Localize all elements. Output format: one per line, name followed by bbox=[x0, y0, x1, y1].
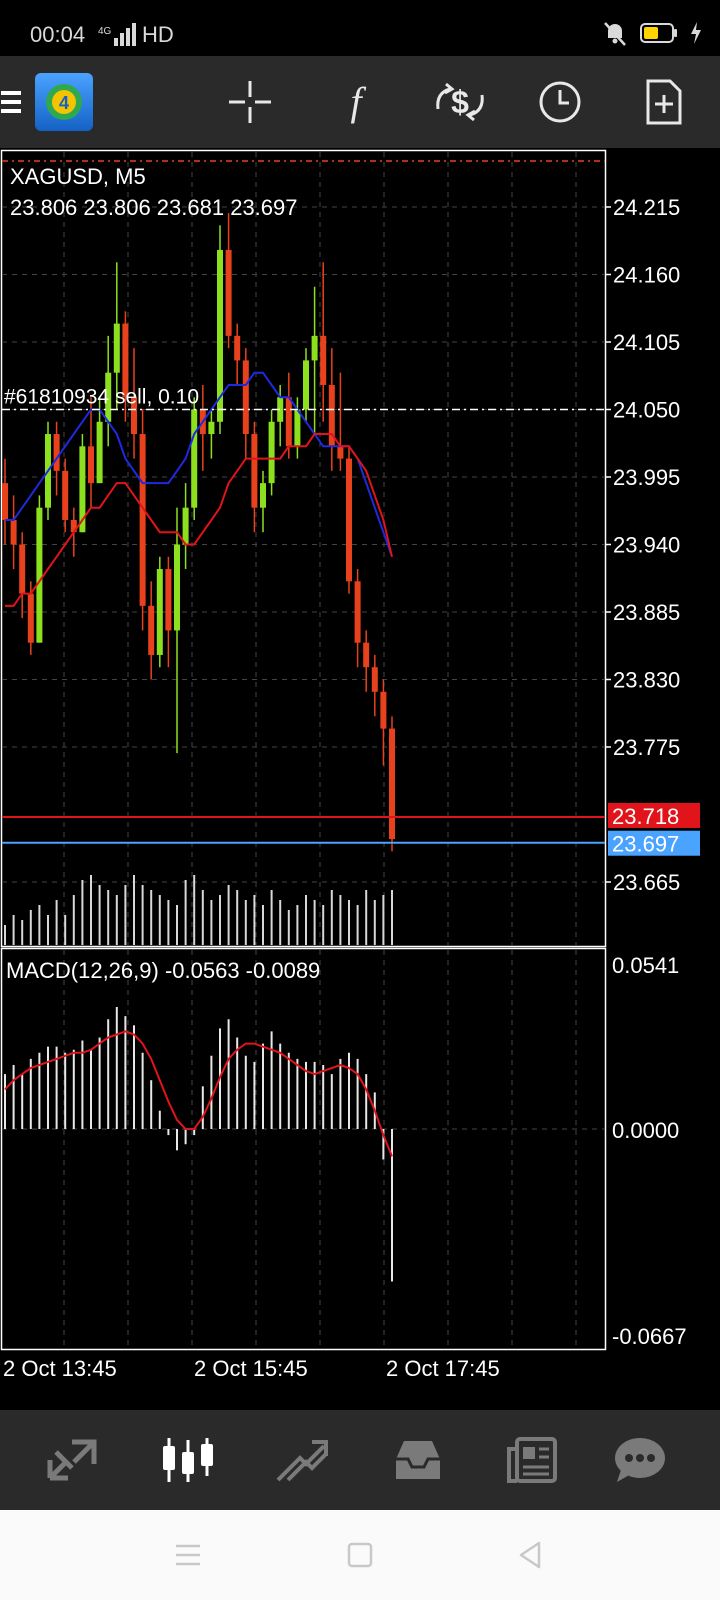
price-axis: 24.215 24.160 24.105 24.050 23.995 23.940 23.8… bbox=[605, 195, 680, 895]
price-axis-label: 23.665 bbox=[613, 870, 680, 895]
quotes-icon[interactable] bbox=[32, 1410, 112, 1510]
mt4-logo-icon[interactable]: 4 bbox=[34, 56, 94, 148]
chat-icon[interactable] bbox=[600, 1410, 680, 1510]
price-axis-label: 23.830 bbox=[613, 668, 680, 693]
system-nav-bar bbox=[0, 1510, 720, 1600]
candle-body bbox=[113, 323, 120, 373]
candle-body bbox=[346, 458, 352, 582]
candle-body bbox=[320, 335, 327, 385]
price-axis-label: 23.885 bbox=[613, 600, 680, 625]
candle-body bbox=[363, 642, 370, 668]
signal-icon: 4G bbox=[98, 22, 138, 53]
candle-body bbox=[174, 544, 180, 631]
time-axis-label: 2 Oct 17:45 bbox=[386, 1356, 500, 1381]
price-axis-label: 23.940 bbox=[613, 533, 680, 558]
candle-body bbox=[139, 434, 146, 606]
macd-axis-zero: 0.0000 bbox=[612, 1118, 679, 1143]
macd-pane-frame bbox=[0, 947, 607, 1351]
crosshair-icon[interactable] bbox=[222, 56, 278, 148]
network-type: HD bbox=[142, 22, 174, 47]
candle-body bbox=[337, 446, 344, 459]
bottom-nav bbox=[0, 1410, 720, 1510]
price-axis-label: 24.050 bbox=[613, 398, 680, 423]
svg-text:4G: 4G bbox=[98, 26, 112, 37]
price-axis-label: 23.995 bbox=[613, 465, 680, 490]
candle-body bbox=[10, 519, 17, 545]
price-axis-label: 24.160 bbox=[613, 263, 680, 288]
new-document-icon[interactable] bbox=[636, 56, 692, 148]
candle-body bbox=[36, 507, 43, 643]
candle-body bbox=[148, 605, 155, 655]
candle-body bbox=[53, 434, 60, 471]
candle-body bbox=[182, 507, 189, 545]
candle-body bbox=[285, 397, 292, 447]
volume-bars bbox=[4, 875, 393, 945]
candle-body bbox=[165, 569, 172, 631]
home-icon[interactable] bbox=[330, 1510, 390, 1600]
grid bbox=[2, 152, 605, 1348]
candle-body bbox=[354, 581, 361, 643]
bid-price-label: 23.697 bbox=[612, 832, 679, 857]
top-toolbar: 4 f $ bbox=[0, 56, 720, 148]
price-axis-label: 24.215 bbox=[613, 195, 680, 220]
history-icon[interactable] bbox=[378, 1410, 458, 1510]
time-axis-label: 2 Oct 15:45 bbox=[194, 1356, 308, 1381]
logo-text: 4 bbox=[59, 93, 69, 113]
chart-icon[interactable] bbox=[148, 1410, 228, 1510]
macd-axis-top: 0.0541 bbox=[612, 953, 679, 978]
candle-body bbox=[303, 360, 309, 410]
charging-icon bbox=[690, 21, 702, 49]
macd-signal-line bbox=[4, 1030, 393, 1157]
candle-body bbox=[234, 335, 241, 361]
function-icon[interactable]: f bbox=[328, 56, 384, 148]
price-chart[interactable]: #61810934 sell, 0.10 XAGUSD, M5 23.806 2… bbox=[0, 148, 720, 1410]
candle-body bbox=[225, 249, 232, 336]
candle-body bbox=[208, 421, 215, 435]
candle-body bbox=[96, 421, 103, 484]
candle-body bbox=[27, 593, 34, 643]
menu-icon[interactable] bbox=[0, 56, 24, 148]
candle-body bbox=[389, 728, 395, 840]
ask-price-label: 23.718 bbox=[612, 804, 679, 829]
order-line-label[interactable]: #61810934 sell, 0.10 bbox=[4, 386, 199, 409]
battery-icon bbox=[640, 21, 680, 50]
symbol-timeframe: XAGUSD, M5 bbox=[10, 164, 146, 189]
candle-body bbox=[62, 470, 69, 520]
price-axis-label: 23.775 bbox=[613, 735, 680, 760]
news-icon[interactable] bbox=[492, 1410, 572, 1510]
candle-body bbox=[156, 569, 163, 655]
chart-area[interactable]: #61810934 sell, 0.10 XAGUSD, M5 23.806 2… bbox=[0, 148, 720, 1410]
candle-body bbox=[88, 446, 94, 484]
macd-label: MACD(12,26,9) -0.0563 -0.0089 bbox=[6, 958, 320, 983]
recents-icon[interactable] bbox=[158, 1510, 218, 1600]
candle-body bbox=[251, 434, 258, 508]
candle-body bbox=[260, 483, 266, 508]
ohlc-values: 23.806 23.806 23.681 23.697 bbox=[10, 195, 298, 220]
price-axis-label: 24.105 bbox=[613, 330, 680, 355]
mute-vibrate-icon bbox=[600, 18, 630, 53]
candlesticks bbox=[2, 213, 395, 852]
svg-text:f: f bbox=[350, 79, 366, 124]
main-pane-frame bbox=[0, 149, 607, 948]
clock-icon[interactable] bbox=[532, 56, 588, 148]
macd-histogram bbox=[4, 1007, 393, 1282]
candle-body bbox=[2, 483, 8, 520]
time-axis-label: 2 Oct 13:45 bbox=[3, 1356, 117, 1381]
candle-body bbox=[380, 691, 387, 729]
candle-body bbox=[311, 335, 318, 361]
back-icon[interactable] bbox=[500, 1510, 560, 1600]
candle-body bbox=[371, 667, 378, 692]
trade-icon[interactable] bbox=[262, 1410, 342, 1510]
candle-body bbox=[268, 421, 275, 484]
candle-body bbox=[19, 544, 26, 594]
currency-exchange-icon[interactable]: $ bbox=[430, 56, 490, 148]
candle-body bbox=[191, 409, 198, 508]
candle-body bbox=[294, 409, 301, 447]
candle-body bbox=[242, 360, 249, 435]
macd-axis-bottom: -0.0667 bbox=[612, 1324, 687, 1349]
status-time: 00:04 bbox=[30, 22, 86, 47]
